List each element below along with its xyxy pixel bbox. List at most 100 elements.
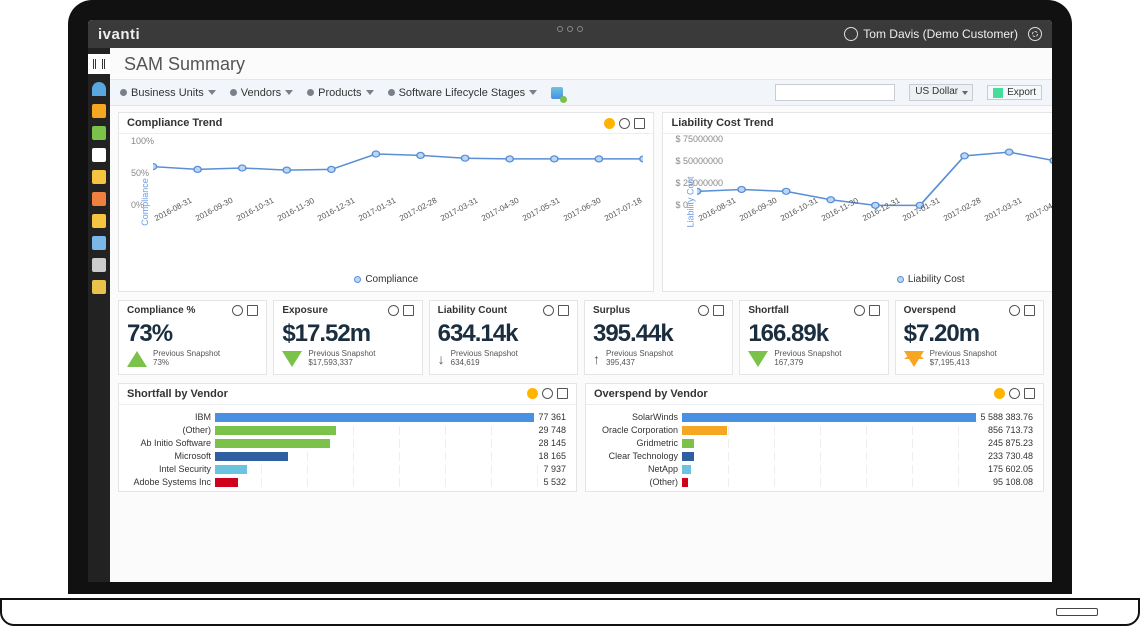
bar-label: Adobe Systems Inc [125,477,211,487]
panel-title: Compliance Trend [127,117,222,129]
kpi-surplus: Surplus395.44k↑Previous Snapshot395,437 [584,300,733,375]
info-icon[interactable] [994,388,1005,399]
panel-trash-icon[interactable] [1024,388,1035,399]
kpi-overspend: Overspend$7.20mPrevious Snapshot$7,195,4… [895,300,1044,375]
bar-row[interactable]: Adobe Systems Inc5 532 [215,476,566,489]
brand-logo: ivanti [98,26,140,43]
bar-value: 5 532 [543,477,566,487]
filter-business-units[interactable]: Business Units [120,87,216,99]
arrow-up-icon: ↑ [593,351,600,367]
settings-gear-icon[interactable] [1028,27,1042,41]
bar-label: Intel Security [125,464,211,474]
panel-trash-icon[interactable] [634,118,645,129]
panel-gear-icon[interactable] [388,305,399,316]
export-icon [993,88,1003,98]
kpi-compliance-: Compliance %73%Previous Snapshot73% [118,300,267,375]
panel-trash-icon[interactable] [247,305,258,316]
bar-label: Clear Technology [592,451,678,461]
panel-trash-icon[interactable] [558,305,569,316]
panel-trash-icon[interactable] [869,305,880,316]
bar-label: NetApp [592,464,678,474]
bar-label: SolarWinds [592,412,678,422]
audit-icon[interactable] [92,192,106,206]
bar-row[interactable]: Microsoft18 165 [215,450,566,463]
panel-title: Shortfall by Vendor [127,388,228,400]
kpi-label: Surplus [593,305,630,316]
currency-select[interactable]: US Dollar [909,84,973,101]
kpi-value: 634.14k [438,316,569,350]
left-sidebar [88,48,110,582]
trend-diamond-icon [904,351,924,367]
filter-badge-icon[interactable] [551,87,563,99]
bar-value: 7 937 [543,464,566,474]
filter-bar: Business Units Vendors Products Software Li… [110,80,1052,106]
panel-trash-icon[interactable] [403,305,414,316]
bar-row[interactable]: SolarWinds5 588 383.76 [682,411,1033,424]
bar-label: IBM [125,412,211,422]
filter-software-lifecycle-stages[interactable]: Software Lifecycle Stages [388,87,538,99]
kpi-label: Compliance % [127,305,195,316]
kpi-value: 395.44k [593,316,724,350]
chart-legend: Compliance [119,270,653,291]
panel-gear-icon[interactable] [1009,305,1020,316]
panel-gear-icon[interactable] [619,118,630,129]
panel-trash-icon[interactable] [1024,305,1035,316]
top-bar: ivanti Tom Davis (Demo Customer) [88,20,1052,48]
compliance-icon[interactable] [92,170,106,184]
panel-trash-icon[interactable] [557,388,568,399]
info-icon[interactable] [604,118,615,129]
kpi-shortfall: Shortfall166.89kPrevious Snapshot167,379 [739,300,888,375]
inventory-icon[interactable] [92,104,106,118]
user-avatar-icon[interactable] [844,27,858,41]
filter-vendors[interactable]: Vendors [230,87,293,99]
bar-value: 233 730.48 [988,451,1033,461]
panel-gear-icon[interactable] [698,305,709,316]
bar-row[interactable]: Clear Technology233 730.48 [682,450,1033,463]
bar-value: 77 361 [538,412,566,422]
kpi-previous: Previous Snapshot$7,195,413 [930,350,997,368]
sidebar-toggle-icon[interactable] [88,54,110,74]
users-icon[interactable] [92,214,106,228]
kpi-value: 166.89k [748,316,879,350]
kpi-previous: Previous Snapshot167,379 [774,350,841,368]
bar-value: 5 588 383.76 [980,412,1033,422]
edit-icon[interactable] [92,236,106,250]
panel-trash-icon[interactable] [713,305,724,316]
liability-trend-panel: Liability Cost Trend Liability Cost $ 75… [662,112,1052,292]
export-button[interactable]: Export [987,85,1042,100]
panel-gear-icon[interactable] [543,305,554,316]
kpi-exposure: Exposure$17.52mPrevious Snapshot$17,593,… [273,300,422,375]
trend-down-icon [748,351,768,367]
bar-row[interactable]: Gridmetric245 875.23 [682,437,1033,450]
reports-icon[interactable] [92,126,106,140]
bar-row[interactable]: Intel Security7 937 [215,463,566,476]
documents-icon[interactable] [92,148,106,162]
panel-title: Overspend by Vendor [594,388,708,400]
page-title: SAM Summary [110,48,1052,80]
bar-row[interactable]: NetApp175 602.05 [682,463,1033,476]
shortfall-by-vendor-panel: Shortfall by Vendor IBM77 361(Other)29 7… [118,383,577,492]
panel-title: Liability Cost Trend [671,117,773,129]
bar-label: (Other) [592,477,678,487]
filter-products[interactable]: Products [307,87,373,99]
kpi-previous: Previous Snapshot$17,593,337 [308,350,375,368]
bar-row[interactable]: (Other)95 108.08 [682,476,1033,489]
bar-label: Gridmetric [592,438,678,448]
bar-row[interactable]: (Other)29 748 [215,424,566,437]
bar-row[interactable]: IBM77 361 [215,411,566,424]
panel-gear-icon[interactable] [854,305,865,316]
search-input[interactable] [775,84,895,101]
panel-gear-icon[interactable] [1009,388,1020,399]
panel-gear-icon[interactable] [542,388,553,399]
bar-value: 29 748 [538,425,566,435]
dashboard-icon[interactable] [92,82,106,96]
cycle-icon[interactable] [92,280,106,294]
info-icon[interactable] [527,388,538,399]
tools-icon[interactable] [92,258,106,272]
compliance-trend-panel: Compliance Trend Compliance 100% 50% [118,112,654,292]
user-name[interactable]: Tom Davis (Demo Customer) [863,27,1018,41]
arrow-down-icon: ↓ [438,351,445,367]
bar-row[interactable]: Oracle Corporation856 713.73 [682,424,1033,437]
bar-row[interactable]: Ab Initio Software28 145 [215,437,566,450]
panel-gear-icon[interactable] [232,305,243,316]
